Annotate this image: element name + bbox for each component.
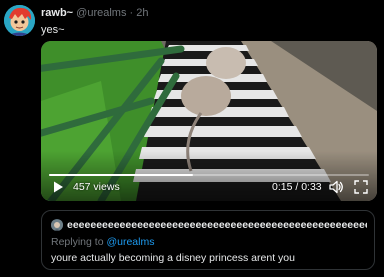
tweet-time[interactable]: 2h [136, 7, 148, 19]
play-icon[interactable] [51, 180, 65, 194]
replying-to: Replying to @urealms [51, 236, 154, 249]
tweet-header: rawb~ @urealms · 2h [41, 6, 149, 20]
author-name[interactable]: rawb~ [41, 7, 73, 19]
separator: · [129, 7, 134, 19]
quoted-tweet[interactable]: eeeeeeeeeeeeeeeeeeeeeeeeeeeeeeeeeeeeeeee… [41, 210, 375, 270]
tweet[interactable]: rawb~ @urealms · 2h yes~ 457 views 0:15 … [0, 0, 384, 277]
avatar-image [4, 5, 35, 36]
video-progress-bar[interactable] [49, 174, 369, 176]
video-timecode: 0:15 / 0:33 [272, 181, 322, 193]
quoted-header: eeeeeeeeeeeeeeeeeeeeeeeeeeeeeeeeeeeeeeee… [67, 219, 367, 232]
quoted-avatar[interactable] [51, 219, 63, 231]
fullscreen-icon[interactable] [354, 180, 368, 194]
quoted-text: youre actually becoming a disney princes… [51, 252, 295, 264]
video-frame [41, 41, 377, 201]
replying-to-label: Replying to [51, 236, 104, 248]
author-handle[interactable]: @urealms [76, 7, 126, 19]
view-count: 457 views [73, 181, 120, 193]
volume-icon[interactable] [328, 179, 344, 195]
quoted-author-name[interactable]: eeeeeeeeeeeeeeeeeeeeeeeeeeeeeeeeeeeeeeee… [67, 219, 367, 231]
tweet-text: yes~ [41, 24, 65, 36]
video-progress-fill [49, 174, 193, 176]
video-player[interactable]: 457 views 0:15 / 0:33 [41, 41, 377, 201]
replying-to-mention[interactable]: @urealms [106, 236, 154, 248]
avatar[interactable] [4, 5, 35, 36]
